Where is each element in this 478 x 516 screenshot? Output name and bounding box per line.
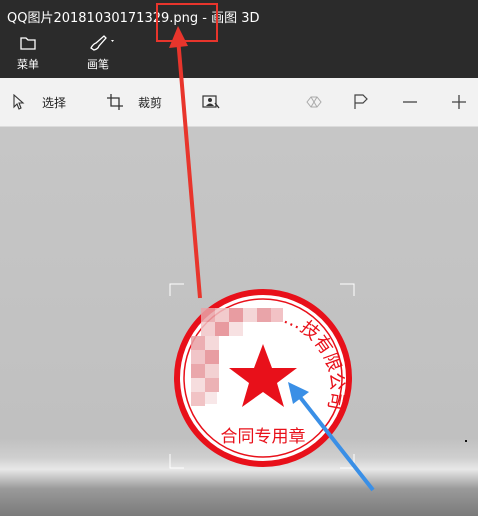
annotation-overlay [169,26,375,492]
blue-arrow-head [288,382,309,404]
blue-arrow-line [294,390,375,492]
red-arrow-line [176,37,202,299]
red-arrow-head [169,26,188,48]
